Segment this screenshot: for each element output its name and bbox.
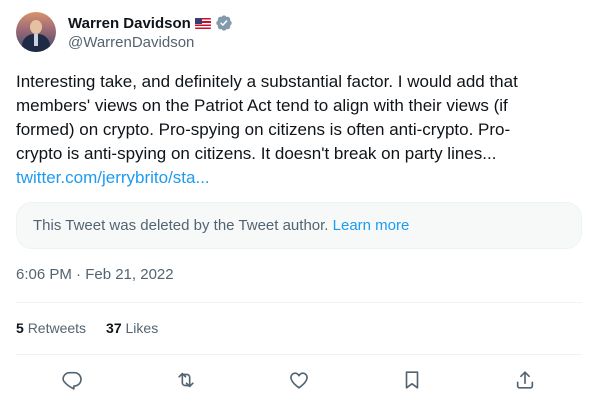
share-button[interactable] [508, 364, 542, 396]
retweets-stat[interactable]: 5 Retweets [16, 320, 86, 336]
likes-label: Likes [125, 320, 159, 336]
author-name-row: Warren Davidson [68, 13, 233, 33]
tweet-stats: 5 Retweets 37 Likes [16, 320, 158, 336]
us-flag-icon [194, 17, 211, 29]
tweet-timestamp[interactable]: 6:06 PM · Feb 21, 2022 [16, 266, 174, 283]
reply-icon [62, 371, 82, 390]
heart-icon [290, 372, 308, 389]
tweet-text-line: Interesting take, and definitely a subst… [16, 72, 518, 91]
tweet-link[interactable]: twitter.com/jerrybrito/sta... [16, 168, 210, 187]
tweet-header: Warren Davidson @WarrenDavidson [16, 12, 582, 56]
tweet-text-line: crypto is anti-spying on citizens. It do… [16, 144, 497, 163]
deleted-quote-tweet: This Tweet was deleted by the Tweet auth… [16, 202, 582, 249]
avatar[interactable] [16, 12, 56, 52]
divider [16, 354, 582, 355]
retweet-button[interactable] [169, 364, 203, 396]
divider [16, 302, 582, 303]
bookmark-button[interactable] [395, 364, 429, 396]
tweet-text-line: formed) on crypto. Pro-spying on citizen… [16, 120, 511, 139]
tweet-body: Interesting take, and definitely a subst… [16, 70, 582, 190]
retweets-count: 5 [16, 320, 24, 336]
likes-stat[interactable]: 37 Likes [106, 320, 158, 336]
like-button[interactable] [282, 364, 316, 396]
deleted-tweet-notice: This Tweet was deleted by the Tweet auth… [33, 217, 329, 234]
author-display-name[interactable]: Warren Davidson [68, 15, 191, 32]
share-icon [516, 371, 534, 389]
retweet-icon [178, 372, 194, 388]
author-handle[interactable]: @WarrenDavidson [68, 34, 194, 51]
tweet-actions [16, 364, 582, 396]
likes-count: 37 [106, 320, 122, 336]
reply-button[interactable] [55, 364, 89, 396]
tweet-text-line: members' views on the Patriot Act tend t… [16, 96, 508, 115]
bookmark-icon [405, 371, 419, 389]
learn-more-link[interactable]: Learn more [333, 217, 410, 234]
retweets-label: Retweets [27, 320, 87, 336]
verified-badge-icon [216, 15, 232, 31]
